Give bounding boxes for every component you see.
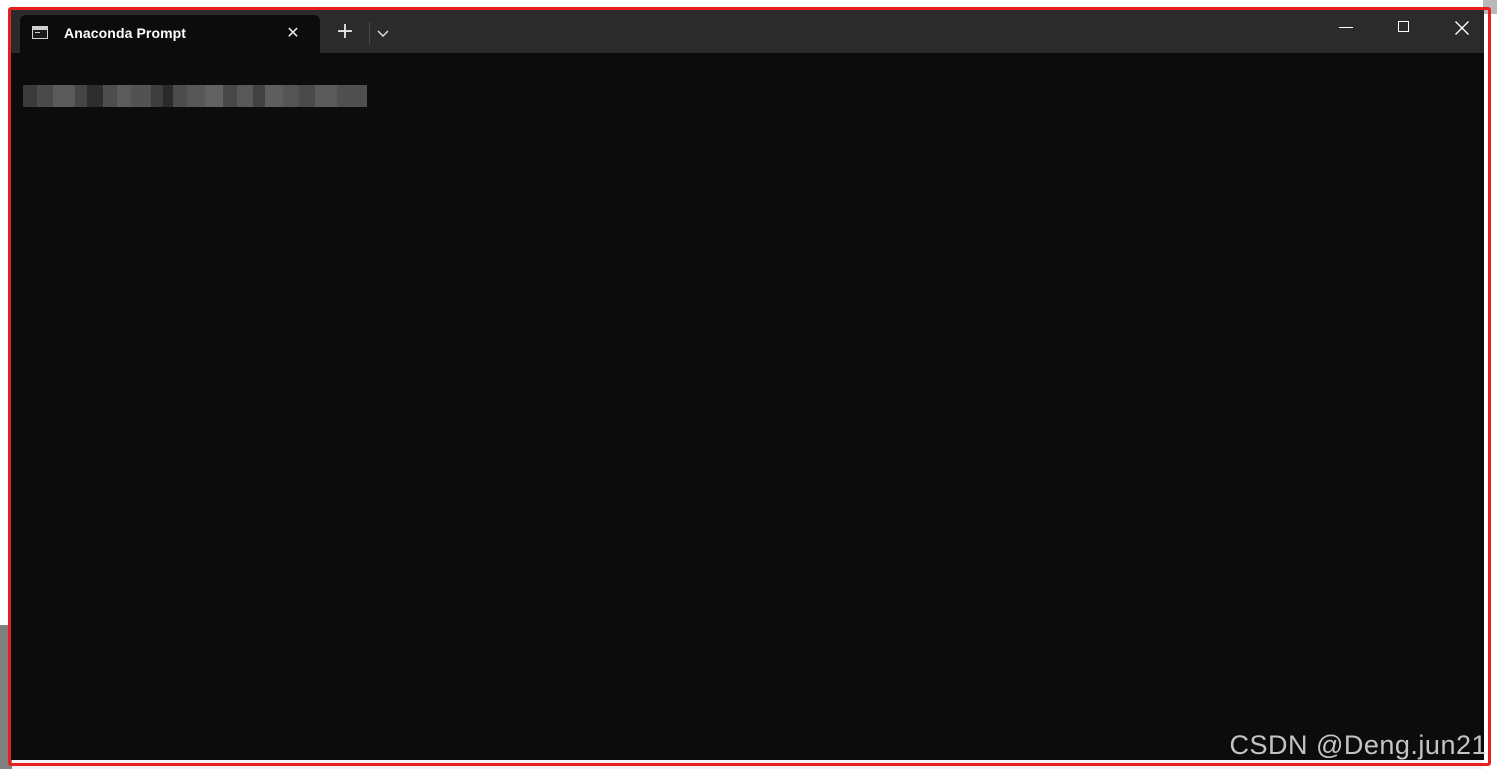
close-button[interactable] xyxy=(1433,10,1484,46)
screenshot: Anaconda Prompt ✕ + CSDN @Deng.jun21 xyxy=(0,0,1497,769)
tab-title: Anaconda Prompt xyxy=(64,25,187,41)
tab-separator xyxy=(369,22,370,44)
background-page-right xyxy=(1483,0,1497,769)
plus-icon: + xyxy=(335,19,355,44)
terminal-output-area[interactable] xyxy=(11,53,1484,760)
new-tab-button[interactable]: + xyxy=(333,20,357,44)
tab-close-icon[interactable]: ✕ xyxy=(283,23,303,43)
maximize-button[interactable] xyxy=(1375,10,1433,46)
background-page-top xyxy=(0,0,1497,8)
redacted-prompt-text xyxy=(23,85,367,107)
chevron-down-icon xyxy=(377,30,389,37)
profile-dropdown-button[interactable] xyxy=(371,21,395,45)
watermark: CSDN @Deng.jun21 xyxy=(1229,730,1487,760)
terminal-icon xyxy=(32,26,48,39)
close-icon xyxy=(1455,21,1469,35)
maximize-icon xyxy=(1398,21,1409,32)
background-block xyxy=(1483,0,1497,14)
tab-anaconda-prompt[interactable]: Anaconda Prompt ✕ xyxy=(20,15,320,53)
minimize-button[interactable] xyxy=(1317,10,1375,46)
title-bar[interactable]: Anaconda Prompt ✕ + xyxy=(11,10,1484,53)
minimize-icon xyxy=(1339,27,1353,28)
terminal-window: Anaconda Prompt ✕ + xyxy=(11,10,1484,760)
